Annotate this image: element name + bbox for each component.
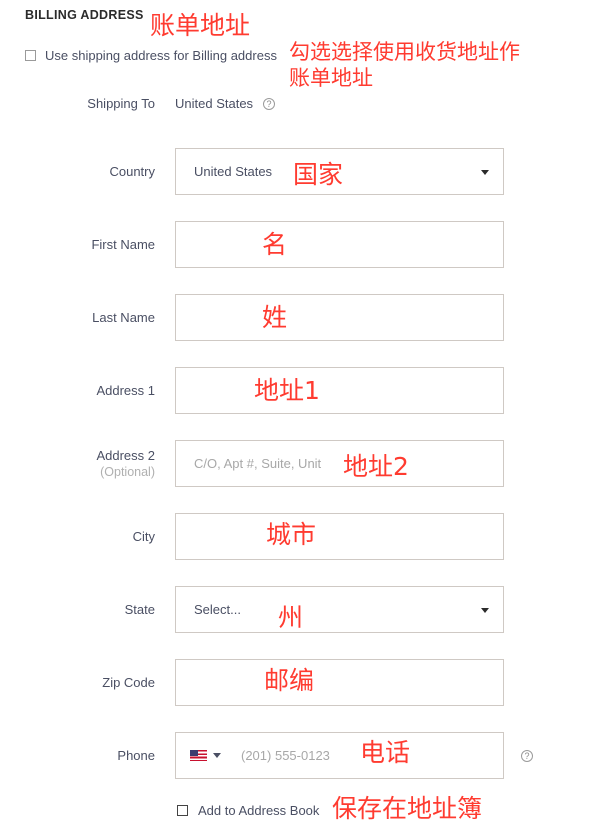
city-input[interactable] bbox=[175, 513, 504, 560]
field-label-last-name: Last Name bbox=[92, 310, 155, 325]
shipping-to-row: Shipping To United States ? bbox=[0, 96, 276, 111]
state-select[interactable]: Select... bbox=[175, 586, 504, 633]
form-row-last-name: Last Name bbox=[0, 294, 590, 367]
field-label-address-2: Address 2 (Optional) bbox=[0, 448, 155, 479]
annotation-text: 勾选选择使用收货地址作 账单地址 bbox=[289, 40, 520, 90]
field-label-first-name: First Name bbox=[91, 237, 155, 252]
shipping-to-value: United States bbox=[175, 96, 254, 111]
field-label-address-2-text: Address 2 bbox=[96, 448, 155, 463]
annotation-text: 姓 bbox=[262, 303, 288, 332]
annotation-text: 地址2 bbox=[343, 452, 409, 481]
phone-placeholder: (201) 555-0123 bbox=[241, 748, 330, 763]
phone-input[interactable]: (201) 555-0123 bbox=[175, 732, 504, 779]
shipping-to-label: Shipping To bbox=[87, 96, 155, 111]
first-name-input[interactable] bbox=[175, 221, 504, 268]
field-label-address-1: Address 1 bbox=[96, 383, 155, 398]
field-label-city: City bbox=[132, 529, 155, 544]
field-label-country: Country bbox=[109, 164, 155, 179]
annotation-text: 电话 bbox=[360, 738, 411, 767]
form-row-address-2: Address 2 (Optional) C/O, Apt #, Suite, … bbox=[0, 440, 590, 513]
chevron-down-icon bbox=[481, 169, 489, 175]
last-name-input[interactable] bbox=[175, 294, 504, 341]
billing-address-form-page: BILLING ADDRESS Use shipping address for… bbox=[0, 0, 590, 840]
country-select-value: United States bbox=[194, 164, 273, 179]
annotation-text: 账单地址 bbox=[150, 11, 251, 40]
billing-address-fields: Country United States First Name Last Na… bbox=[0, 148, 590, 805]
field-label-state: State bbox=[124, 602, 155, 617]
form-row-first-name: First Name bbox=[0, 221, 590, 294]
field-label-phone: Phone bbox=[117, 748, 155, 763]
address-1-input[interactable] bbox=[175, 367, 504, 414]
add-to-address-book-label: Add to Address Book bbox=[198, 803, 320, 818]
page-title: BILLING ADDRESS bbox=[25, 8, 144, 22]
use-shipping-address-label: Use shipping address for Billing address bbox=[45, 48, 277, 63]
annotation-text: 地址1 bbox=[254, 376, 320, 405]
annotation-text: 名 bbox=[262, 230, 288, 259]
annotation-text: 国家 bbox=[293, 160, 344, 189]
question-circle-icon[interactable]: ? bbox=[521, 750, 533, 762]
address-2-input[interactable]: C/O, Apt #, Suite, Unit bbox=[175, 440, 504, 487]
zip-code-input[interactable] bbox=[175, 659, 504, 706]
annotation-text: 城市 bbox=[266, 520, 317, 549]
add-to-address-book-checkbox[interactable] bbox=[177, 805, 188, 816]
use-shipping-address-checkbox[interactable] bbox=[25, 50, 36, 61]
use-shipping-address-checkbox-row[interactable]: Use shipping address for Billing address bbox=[25, 48, 277, 63]
annotation-text: 州 bbox=[278, 603, 304, 632]
address-2-placeholder: C/O, Apt #, Suite, Unit bbox=[194, 456, 322, 471]
state-select-value: Select... bbox=[194, 602, 241, 617]
annotation-text: 邮编 bbox=[264, 666, 315, 695]
annotation-text: 保存在地址簿 bbox=[332, 794, 483, 823]
us-flag-icon[interactable] bbox=[190, 750, 207, 761]
add-to-address-book-row[interactable]: Add to Address Book bbox=[177, 803, 319, 818]
chevron-down-icon[interactable] bbox=[213, 753, 221, 758]
field-label-address-2-optional: (Optional) bbox=[100, 465, 155, 479]
field-label-zip-code: Zip Code bbox=[102, 675, 155, 690]
form-row-phone: Phone (201) 555-0123 ? bbox=[0, 732, 590, 805]
chevron-down-icon bbox=[481, 607, 489, 613]
question-circle-icon[interactable]: ? bbox=[263, 97, 276, 110]
